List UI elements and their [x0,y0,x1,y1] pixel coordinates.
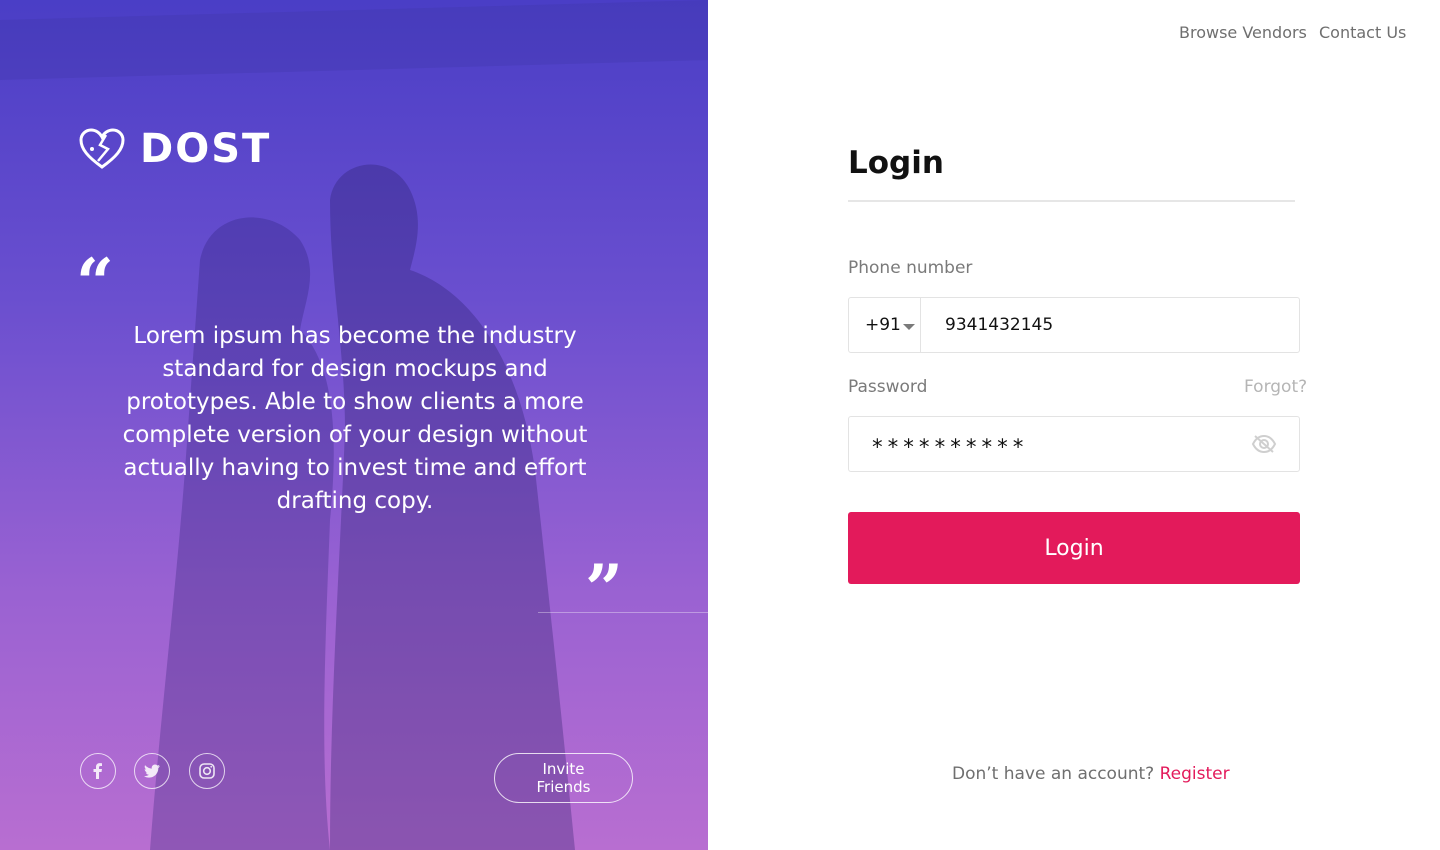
password-input[interactable] [849,417,1251,471]
instagram-icon[interactable] [189,753,225,789]
brand-logo: DOST [78,126,271,172]
login-button[interactable]: Login [848,512,1300,584]
phone-label: Phone number [848,258,973,278]
country-code-select[interactable]: +91 [849,298,921,352]
nav-browse-vendors[interactable]: Browse Vendors [1179,23,1307,42]
invite-friends-button[interactable]: Invite Friends [494,753,633,803]
title-divider [848,200,1295,202]
signup-prompt: Don’t have an account? Register [952,764,1230,784]
open-quote-mark: “ [76,244,114,322]
quote-divider [538,612,708,613]
country-code-value: +91 [865,315,901,335]
forgot-password-link[interactable]: Forgot? [1244,377,1307,397]
testimonial-quote: Lorem ipsum has become the industry stan… [122,323,588,514]
heart-logo-icon [79,128,125,169]
nav-contact-us[interactable]: Contact Us [1319,23,1406,42]
hero-panel: DOST “ Lorem ipsum has become the indust… [0,0,708,850]
no-account-text: Don’t have an account? [952,764,1155,784]
twitter-icon[interactable] [134,753,170,789]
password-label: Password [848,377,928,397]
page-title: Login [848,145,944,181]
brand-name: DOST [140,126,272,172]
chevron-down-icon [902,324,915,330]
register-link[interactable]: Register [1160,764,1230,784]
phone-field: +91 [848,297,1300,353]
phone-input[interactable] [921,298,1299,352]
password-field [848,416,1300,472]
eye-off-icon[interactable] [1251,434,1277,454]
facebook-icon[interactable] [80,753,116,789]
